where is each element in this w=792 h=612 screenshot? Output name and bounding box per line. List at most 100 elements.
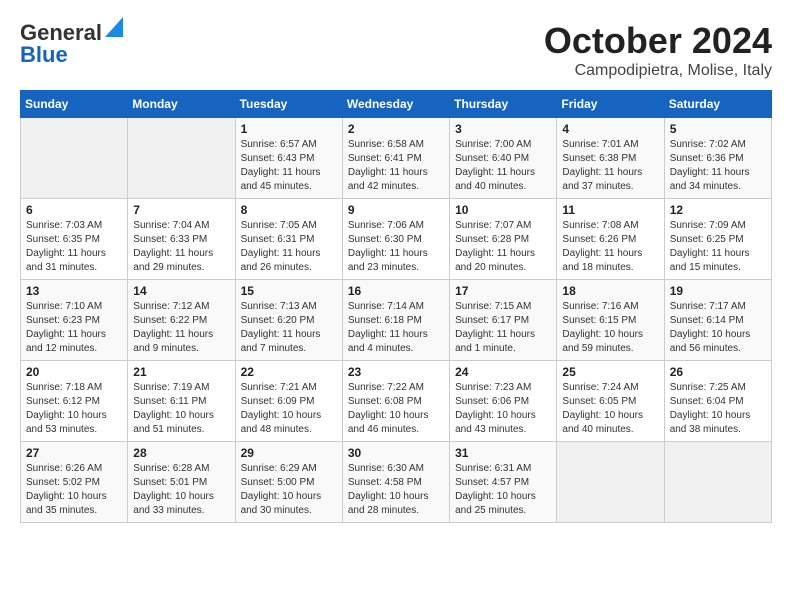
day-number: 7 xyxy=(133,203,229,217)
calendar-cell: 19 Sunrise: 7:17 AMSunset: 6:14 PMDayligh… xyxy=(664,280,771,361)
weekday-thursday: Thursday xyxy=(450,91,557,118)
day-number: 1 xyxy=(241,122,337,136)
calendar-cell: 28 Sunrise: 6:28 AMSunset: 5:01 PMDayligh… xyxy=(128,442,235,523)
calendar-header: SundayMondayTuesdayWednesdayThursdayFrid… xyxy=(21,91,772,118)
day-info: Sunrise: 7:24 AMSunset: 6:05 PMDaylight:… xyxy=(562,381,658,437)
day-info: Sunrise: 7:25 AMSunset: 6:04 PMDaylight:… xyxy=(670,381,766,437)
page-subtitle: Campodipietra, Molise, Italy xyxy=(544,62,772,80)
calendar-cell: 3Sunrise: 7:00 AMSunset: 6:40 PMDaylight… xyxy=(450,118,557,199)
calendar-cell: 26 Sunrise: 7:25 AMSunset: 6:04 PMDayligh… xyxy=(664,361,771,442)
calendar-cell: 24 Sunrise: 7:23 AMSunset: 6:06 PMDayligh… xyxy=(450,361,557,442)
calendar-cell: 27Sunrise: 6:26 AMSunset: 5:02 PMDayligh… xyxy=(21,442,128,523)
day-info: Sunrise: 7:17 AMSunset: 6:14 PMDaylight:… xyxy=(670,300,766,356)
calendar-cell: 17 Sunrise: 7:15 AMSunset: 6:17 PMDayligh… xyxy=(450,280,557,361)
day-info: Sunrise: 7:09 AMSunset: 6:25 PMDaylight:… xyxy=(670,219,766,275)
day-info: Sunrise: 7:12 AMSunset: 6:22 PMDaylight:… xyxy=(133,300,229,356)
week-row-1: 6 Sunrise: 7:03 AMSunset: 6:35 PMDaylight… xyxy=(21,199,772,280)
day-number: 9 xyxy=(348,203,444,217)
calendar-cell xyxy=(128,118,235,199)
day-info: Sunrise: 7:10 AMSunset: 6:23 PMDaylight:… xyxy=(26,300,122,356)
logo-arrow-icon xyxy=(105,17,123,37)
day-number: 3 xyxy=(455,122,551,136)
day-number: 28 xyxy=(133,446,229,460)
day-info: Sunrise: 7:01 AMSunset: 6:38 PMDaylight:… xyxy=(562,138,658,194)
calendar-cell xyxy=(664,442,771,523)
day-number: 21 xyxy=(133,365,229,379)
day-info: Sunrise: 7:18 AMSunset: 6:12 PMDaylight:… xyxy=(26,381,122,437)
day-number: 31 xyxy=(455,446,551,460)
day-info: Sunrise: 7:22 AMSunset: 6:08 PMDaylight:… xyxy=(348,381,444,437)
calendar-cell: 8 Sunrise: 7:05 AMSunset: 6:31 PMDaylight… xyxy=(235,199,342,280)
day-info: Sunrise: 7:21 AMSunset: 6:09 PMDaylight:… xyxy=(241,381,337,437)
calendar-cell: 4 Sunrise: 7:01 AMSunset: 6:38 PMDaylight… xyxy=(557,118,664,199)
calendar-body: 1 Sunrise: 6:57 AMSunset: 6:43 PMDaylight… xyxy=(21,118,772,523)
day-info: Sunrise: 6:58 AMSunset: 6:41 PMDaylight:… xyxy=(348,138,444,194)
day-info: Sunrise: 6:26 AMSunset: 5:02 PMDaylight:… xyxy=(26,462,122,518)
calendar-cell xyxy=(557,442,664,523)
day-info: Sunrise: 7:03 AMSunset: 6:35 PMDaylight:… xyxy=(26,219,122,275)
day-number: 6 xyxy=(26,203,122,217)
weekday-wednesday: Wednesday xyxy=(342,91,449,118)
day-info: Sunrise: 7:05 AMSunset: 6:31 PMDaylight:… xyxy=(241,219,337,275)
calendar-cell: 12 Sunrise: 7:09 AMSunset: 6:25 PMDayligh… xyxy=(664,199,771,280)
day-number: 19 xyxy=(670,284,766,298)
day-number: 24 xyxy=(455,365,551,379)
page-title: October 2024 xyxy=(544,20,772,62)
calendar-cell: 9 Sunrise: 7:06 AMSunset: 6:30 PMDaylight… xyxy=(342,199,449,280)
week-row-4: 27Sunrise: 6:26 AMSunset: 5:02 PMDayligh… xyxy=(21,442,772,523)
day-info: Sunrise: 6:29 AMSunset: 5:00 PMDaylight:… xyxy=(241,462,337,518)
calendar-cell: 31 Sunrise: 6:31 AMSunset: 4:57 PMDayligh… xyxy=(450,442,557,523)
day-info: Sunrise: 6:57 AMSunset: 6:43 PMDaylight:… xyxy=(241,138,337,194)
day-info: Sunrise: 7:07 AMSunset: 6:28 PMDaylight:… xyxy=(455,219,551,275)
day-info: Sunrise: 7:04 AMSunset: 6:33 PMDaylight:… xyxy=(133,219,229,275)
day-number: 25 xyxy=(562,365,658,379)
day-info: Sunrise: 7:15 AMSunset: 6:17 PMDaylight:… xyxy=(455,300,551,356)
day-number: 12 xyxy=(670,203,766,217)
calendar-cell: 13 Sunrise: 7:10 AMSunset: 6:23 PMDayligh… xyxy=(21,280,128,361)
calendar-cell: 2 Sunrise: 6:58 AMSunset: 6:41 PMDaylight… xyxy=(342,118,449,199)
day-info: Sunrise: 7:08 AMSunset: 6:26 PMDaylight:… xyxy=(562,219,658,275)
day-info: Sunrise: 6:31 AMSunset: 4:57 PMDaylight:… xyxy=(455,462,551,518)
day-info: Sunrise: 7:16 AMSunset: 6:15 PMDaylight:… xyxy=(562,300,658,356)
calendar-cell: 23 Sunrise: 7:22 AMSunset: 6:08 PMDayligh… xyxy=(342,361,449,442)
day-number: 2 xyxy=(348,122,444,136)
day-number: 10 xyxy=(455,203,551,217)
day-info: Sunrise: 7:23 AMSunset: 6:06 PMDaylight:… xyxy=(455,381,551,437)
day-number: 26 xyxy=(670,365,766,379)
calendar-cell: 21Sunrise: 7:19 AMSunset: 6:11 PMDayligh… xyxy=(128,361,235,442)
day-info: Sunrise: 6:30 AMSunset: 4:58 PMDaylight:… xyxy=(348,462,444,518)
calendar-table: SundayMondayTuesdayWednesdayThursdayFrid… xyxy=(20,90,772,523)
day-number: 5 xyxy=(670,122,766,136)
weekday-saturday: Saturday xyxy=(664,91,771,118)
calendar-cell: 18Sunrise: 7:16 AMSunset: 6:15 PMDayligh… xyxy=(557,280,664,361)
page-header: General Blue October 2024 Campodipietra,… xyxy=(20,20,772,80)
day-info: Sunrise: 7:14 AMSunset: 6:18 PMDaylight:… xyxy=(348,300,444,356)
week-row-3: 20 Sunrise: 7:18 AMSunset: 6:12 PMDayligh… xyxy=(21,361,772,442)
day-number: 23 xyxy=(348,365,444,379)
day-info: Sunrise: 6:28 AMSunset: 5:01 PMDaylight:… xyxy=(133,462,229,518)
calendar-cell: 16 Sunrise: 7:14 AMSunset: 6:18 PMDayligh… xyxy=(342,280,449,361)
day-number: 13 xyxy=(26,284,122,298)
day-info: Sunrise: 7:06 AMSunset: 6:30 PMDaylight:… xyxy=(348,219,444,275)
day-info: Sunrise: 7:02 AMSunset: 6:36 PMDaylight:… xyxy=(670,138,766,194)
day-info: Sunrise: 7:13 AMSunset: 6:20 PMDaylight:… xyxy=(241,300,337,356)
calendar-cell: 15Sunrise: 7:13 AMSunset: 6:20 PMDayligh… xyxy=(235,280,342,361)
day-number: 17 xyxy=(455,284,551,298)
calendar-cell: 7 Sunrise: 7:04 AMSunset: 6:33 PMDaylight… xyxy=(128,199,235,280)
day-number: 11 xyxy=(562,203,658,217)
day-number: 4 xyxy=(562,122,658,136)
calendar-cell: 14Sunrise: 7:12 AMSunset: 6:22 PMDayligh… xyxy=(128,280,235,361)
day-number: 29 xyxy=(241,446,337,460)
calendar-cell: 10 Sunrise: 7:07 AMSunset: 6:28 PMDayligh… xyxy=(450,199,557,280)
day-number: 16 xyxy=(348,284,444,298)
day-number: 8 xyxy=(241,203,337,217)
calendar-cell: 30 Sunrise: 6:30 AMSunset: 4:58 PMDayligh… xyxy=(342,442,449,523)
day-number: 30 xyxy=(348,446,444,460)
weekday-sunday: Sunday xyxy=(21,91,128,118)
calendar-cell xyxy=(21,118,128,199)
logo: General Blue xyxy=(20,20,123,68)
calendar-cell: 1 Sunrise: 6:57 AMSunset: 6:43 PMDaylight… xyxy=(235,118,342,199)
title-block: October 2024 Campodipietra, Molise, Ital… xyxy=(544,20,772,80)
day-number: 20 xyxy=(26,365,122,379)
calendar-cell: 20 Sunrise: 7:18 AMSunset: 6:12 PMDayligh… xyxy=(21,361,128,442)
